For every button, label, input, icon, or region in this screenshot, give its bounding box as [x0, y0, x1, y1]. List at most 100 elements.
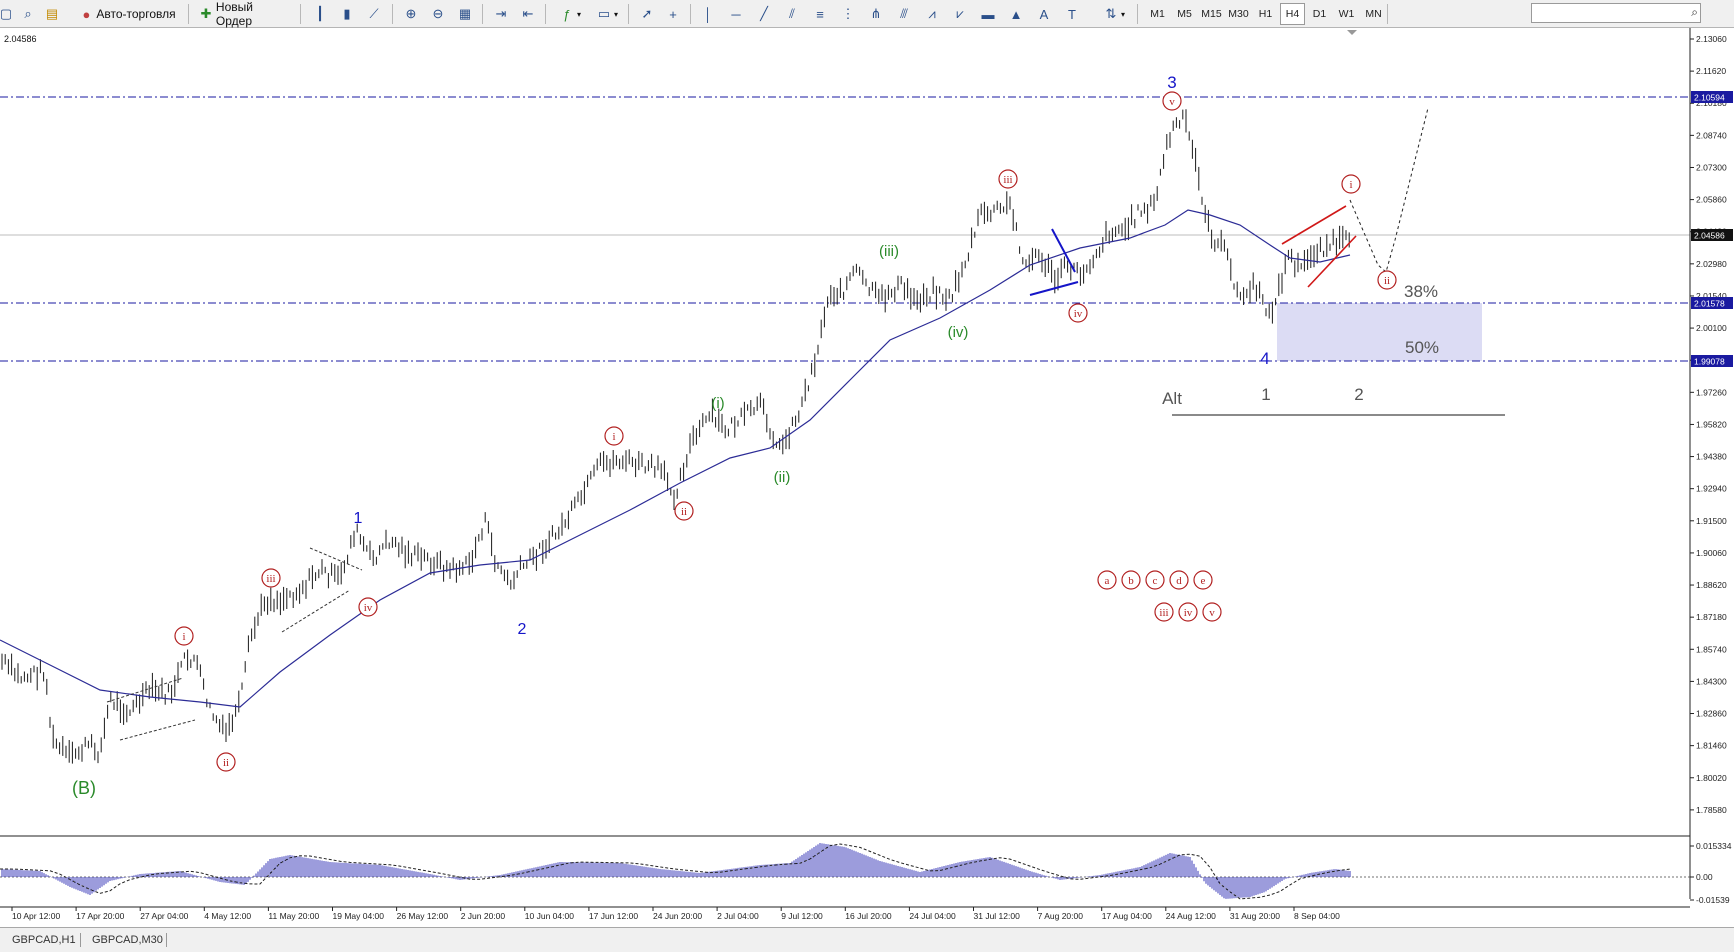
- elliott-correction-icon: ⩗: [956, 6, 964, 21]
- trendline-icon: ╱: [760, 6, 768, 21]
- timeframe-m30-button[interactable]: M30: [1226, 3, 1251, 25]
- elliott-correction-button[interactable]: ⩗: [950, 3, 970, 25]
- fib-fan-icon: ⫻: [900, 6, 908, 21]
- svg-text:ii: ii: [1384, 275, 1390, 287]
- tab-gbpcad-h1[interactable]: GBPCAD,H1: [4, 931, 84, 949]
- wave-label-blue-3: 3: [1167, 73, 1176, 92]
- price-tick-label: 1.95820: [1696, 419, 1727, 429]
- search-input[interactable]: ⌕: [1531, 3, 1701, 23]
- svg-text:c: c: [1153, 575, 1158, 587]
- timeframe-m15-button[interactable]: M15: [1199, 3, 1224, 25]
- indicators-icon: ƒ: [563, 6, 571, 22]
- new-order-button[interactable]: ✚ Новый Ордер: [196, 0, 292, 28]
- data-window-button[interactable]: ▤: [41, 3, 63, 25]
- candlestick-button[interactable]: ▮: [336, 3, 358, 25]
- gann-button[interactable]: ⋮: [838, 3, 858, 25]
- auto-trading-button[interactable]: ● Авто-торговля: [72, 3, 180, 25]
- date-tick-label: 31 Jul 12:00: [974, 911, 1021, 921]
- wave-label-red-ii-3: ii: [1377, 270, 1397, 290]
- alt-label-1: 1: [1261, 385, 1270, 404]
- date-tick-label: 9 Jul 12:00: [781, 911, 823, 921]
- arrows-button[interactable]: ⇅ ▾: [1098, 3, 1128, 25]
- triangle-icon: ▲: [1009, 6, 1023, 22]
- alt-label-2: 2: [1354, 385, 1363, 404]
- osc-tick-label: 0.015334: [1696, 841, 1732, 851]
- zoom-out-button[interactable]: ⊖: [427, 3, 449, 25]
- price-tick-label: 1.81460: [1696, 741, 1727, 751]
- wave-label-red-iii-1: iii: [261, 568, 281, 588]
- timeframe-d1-button[interactable]: D1: [1307, 3, 1332, 25]
- templates-button[interactable]: ▭ ▾: [590, 3, 622, 25]
- date-tick-label: 10 Jun 04:00: [525, 911, 574, 921]
- wave-label-green-ii: (ii): [774, 469, 791, 486]
- wave-label-red-iii-2: iii: [998, 169, 1018, 189]
- text-label-button[interactable]: T: [1062, 3, 1082, 25]
- dashed-channel-2b: [281, 589, 351, 633]
- zoom-in-button[interactable]: ⊕: [400, 3, 422, 25]
- svg-text:iv: iv: [1074, 308, 1083, 320]
- svg-text:i: i: [1349, 179, 1352, 191]
- vertical-line-button[interactable]: │: [698, 3, 718, 25]
- price-tick-label: 1.92940: [1696, 484, 1727, 494]
- date-tick-label: 24 Aug 12:00: [1166, 911, 1216, 921]
- wave-labels: (B)iiiiiiiv12iii(i)(ii)(iii)(iv)iiiivv34…: [72, 73, 1439, 798]
- timeframe-m1-button[interactable]: M1: [1145, 3, 1170, 25]
- line-chart-button[interactable]: ⟋: [363, 3, 385, 25]
- bar-chart-icon: ┃: [316, 6, 324, 21]
- main-toolbar: ▢ ⌕ ▤ ● Авто-торговля ✚ Новый Ордер ┃ ▮ …: [0, 0, 1734, 28]
- date-tick-label: 10 Apr 12:00: [12, 911, 60, 921]
- timeframe-w1-button[interactable]: W1: [1334, 3, 1359, 25]
- gann-icon: ⋮: [841, 6, 855, 21]
- rectangle-button[interactable]: ▬: [978, 3, 998, 25]
- price-tag-38: 2.01578: [1694, 299, 1725, 309]
- chart-shift-button[interactable]: ⇤: [517, 3, 539, 25]
- elliott-button[interactable]: ⩘: [922, 3, 942, 25]
- price-tick-label: 2.11620: [1696, 66, 1726, 76]
- channel-button[interactable]: ⫽: [782, 3, 802, 25]
- pitchfork-button[interactable]: ⋔: [866, 3, 886, 25]
- arrows-icon: ⇅: [1105, 6, 1117, 21]
- price-tick-label: 2.02980: [1696, 259, 1727, 269]
- price-tick-label: 1.84300: [1696, 676, 1727, 686]
- market-watch-button[interactable]: ⌕: [17, 3, 39, 25]
- svg-text:e: e: [1201, 575, 1206, 587]
- bar-chart-button[interactable]: ┃: [309, 3, 331, 25]
- timeframe-h1-button[interactable]: H1: [1253, 3, 1278, 25]
- wave-label-red-v: v: [1162, 91, 1182, 111]
- date-tick-label: 26 May 12:00: [397, 911, 449, 921]
- wave-label-red-i-1: i: [174, 626, 194, 646]
- auto-trading-icon: ●: [82, 6, 91, 22]
- price-tick-label: 1.80020: [1696, 773, 1727, 783]
- price-grid: 2.04586: [4, 34, 37, 44]
- tab-gbpcad-m30[interactable]: GBPCAD,M30: [84, 931, 171, 949]
- price-tag-top: 2.10594: [1694, 93, 1725, 103]
- text-icon: A: [1039, 6, 1049, 22]
- date-tick-label: 4 May 12:00: [204, 911, 251, 921]
- dashed-channel-1b: [119, 719, 196, 741]
- tile-windows-button[interactable]: ▦: [454, 3, 476, 25]
- new-chart-button[interactable]: ▢: [0, 3, 12, 25]
- crosshair-button[interactable]: +: [662, 3, 684, 25]
- timeframe-h4-button[interactable]: H4: [1280, 3, 1305, 25]
- auto-scroll-button[interactable]: ⇥: [490, 3, 512, 25]
- wave-label-blue-2: 2: [518, 621, 527, 638]
- trendline-button[interactable]: ╱: [754, 3, 774, 25]
- triangle-button[interactable]: ▲: [1006, 3, 1026, 25]
- price-tick-label: 1.78580: [1696, 805, 1727, 815]
- price-chart[interactable]: 2.04586 (B)iiiiiiiv12iii(i)(ii)(iii)(iv)…: [0, 28, 1734, 927]
- text-button[interactable]: A: [1034, 3, 1054, 25]
- indicators-button[interactable]: ƒ ▾: [553, 3, 585, 25]
- date-tick-label: 24 Jul 04:00: [909, 911, 956, 921]
- timeframe-mn-button[interactable]: MN: [1361, 3, 1386, 25]
- date-tick-label: 17 Aug 04:00: [1102, 911, 1152, 921]
- horizontal-line-button[interactable]: ─: [726, 3, 746, 25]
- timeframe-m5-button[interactable]: M5: [1172, 3, 1197, 25]
- price-tick-label: 2.13060: [1696, 34, 1727, 44]
- shift-marker-icon: [1347, 30, 1357, 35]
- fib-fan-button[interactable]: ⫻: [894, 3, 914, 25]
- cursor-button[interactable]: ➚: [636, 3, 658, 25]
- pitchfork-icon: ⋔: [870, 6, 882, 21]
- crosshair-icon: +: [669, 6, 677, 22]
- auto-trading-label: Авто-торговля: [96, 7, 176, 21]
- fibonacci-button[interactable]: ≡: [810, 3, 830, 25]
